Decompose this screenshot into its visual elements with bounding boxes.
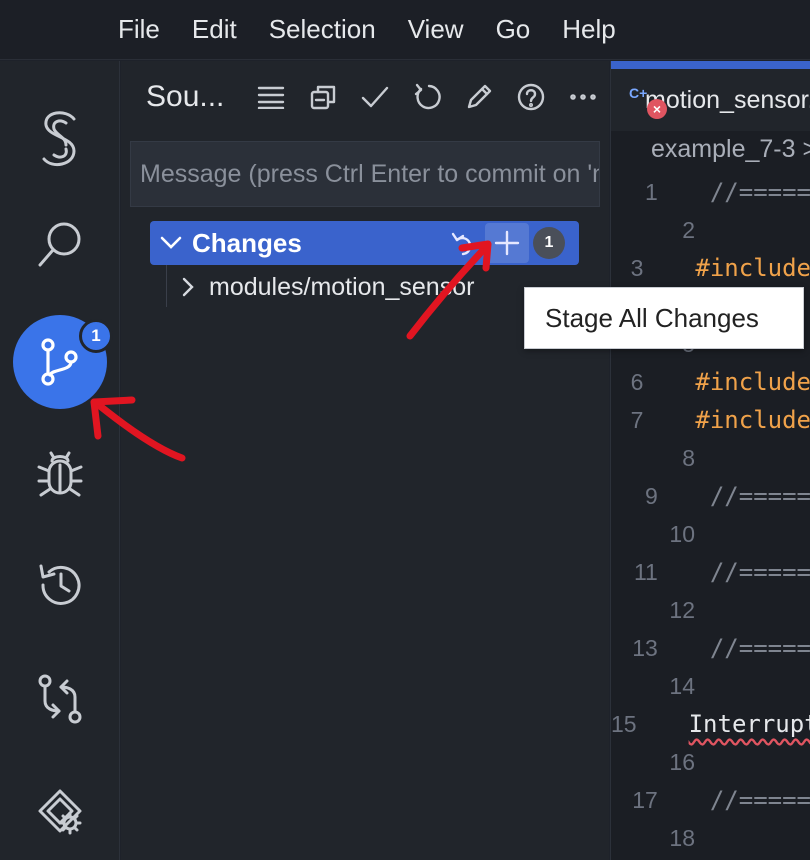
edit-pencil-icon[interactable] [453,77,505,117]
discard-all-icon[interactable] [441,223,485,263]
code-line[interactable]: 18 [611,819,810,857]
menu-file[interactable]: File [118,14,160,45]
line-number: 13 [632,634,658,661]
line-number: 8 [682,444,695,471]
error-icon: × [647,99,667,119]
breadcrumb[interactable]: example_7-3 > modules > motion_sensor [651,135,810,164]
code-text: #include [695,368,810,396]
commit-message-box [130,141,600,207]
activity-bar: 1 [0,61,120,860]
code-line[interactable]: 10 [611,515,810,553]
source-control-badge: 1 [79,319,113,353]
menu-go[interactable]: Go [496,14,531,45]
collapse-all-icon[interactable] [297,77,349,117]
code-line[interactable]: 8 [611,439,810,477]
editor-tab[interactable]: C+ × motion_sensor.cpp [611,69,810,131]
pull-request-icon[interactable] [0,649,120,749]
line-number: 9 [645,482,658,509]
menu-view[interactable]: View [408,14,464,45]
menu-help[interactable]: Help [562,14,615,45]
settings-gear-icon[interactable] [0,761,120,860]
history-icon[interactable] [0,535,120,635]
code-text: //===== [709,786,810,814]
code-line[interactable]: 11 //===== [611,553,810,591]
code-text: #include [695,254,810,282]
panel-title: Sou... [146,80,223,113]
folder-label: modules/motion_sensor [209,272,475,301]
tab-strip: C+ × motion_sensor.cpp [611,61,810,131]
line-number: 15 [611,710,637,737]
refresh-icon[interactable] [401,77,453,117]
code-text: InterruptIn [688,710,810,738]
code-text: //===== [709,482,810,510]
line-number: 2 [682,216,695,243]
line-number: 6 [630,368,644,395]
line-number: 16 [669,748,695,775]
code-text: //===== [709,634,810,662]
code-line[interactable]: 7 #include [611,401,810,439]
tab-label: motion_sensor.cpp [645,85,810,114]
code-line[interactable]: 1 //===== [611,173,810,211]
changes-group-header[interactable]: Changes 1 [150,221,579,265]
more-icon[interactable] [557,77,609,117]
code-text: #include [695,406,810,434]
code-lines[interactable]: 1//=====23#include456#include7#include89… [611,173,810,857]
code-line[interactable]: 13 //===== [611,629,810,667]
help-icon[interactable] [505,77,557,117]
editor-area: C+ × motion_sensor.cpp example_7-3 > mod… [610,61,810,860]
line-number: 11 [633,558,658,585]
panel-header: Sou... [121,61,609,133]
line-number: 14 [669,672,695,699]
code-line[interactable]: 12 [611,591,810,629]
code-line[interactable]: 2 [611,211,810,249]
code-line[interactable]: 16 [611,743,810,781]
chevron-down-icon[interactable] [150,236,192,250]
line-number: 1 [645,178,658,205]
line-number: 3 [630,254,644,281]
code-text: //===== [709,178,810,206]
code-line[interactable]: 14 [611,667,810,705]
chevron-right-icon [182,277,194,297]
menubar: File Edit Selection View Go Help [0,0,810,60]
line-number: 12 [669,596,695,623]
search-icon[interactable] [0,195,120,295]
menu-edit[interactable]: Edit [192,14,237,45]
code-text: //===== [709,558,810,586]
line-number: 7 [630,406,644,433]
source-control-panel: Sou... Message (press Ctrl Enter to comm… [121,61,609,860]
commit-message-input[interactable] [140,159,599,189]
code-line[interactable]: 3 #include [611,249,810,287]
line-number: 18 [669,824,695,851]
changes-label: Changes [192,227,302,258]
code-line[interactable]: 6 #include [611,363,810,401]
tree-folder-item[interactable]: modules/motion_sensor [181,267,474,307]
code-line[interactable]: 17 //===== [611,781,810,819]
stage-all-tooltip: Stage All Changes [524,287,804,349]
line-number: 17 [632,786,658,813]
commit-check-icon[interactable] [349,77,401,117]
tab-accent-bar [611,61,810,69]
stage-all-icon[interactable] [485,223,529,263]
code-line[interactable]: 15 InterruptIn [611,705,810,743]
list-view-icon[interactable] [245,77,297,117]
menu-selection[interactable]: Selection [269,14,376,45]
app-logo-icon[interactable] [0,89,120,189]
line-number: 10 [669,520,695,547]
changes-count-badge: 1 [533,227,565,259]
debug-icon[interactable] [0,425,120,525]
code-line[interactable]: 9 //===== [611,477,810,515]
tree-indent-guide [166,265,167,307]
